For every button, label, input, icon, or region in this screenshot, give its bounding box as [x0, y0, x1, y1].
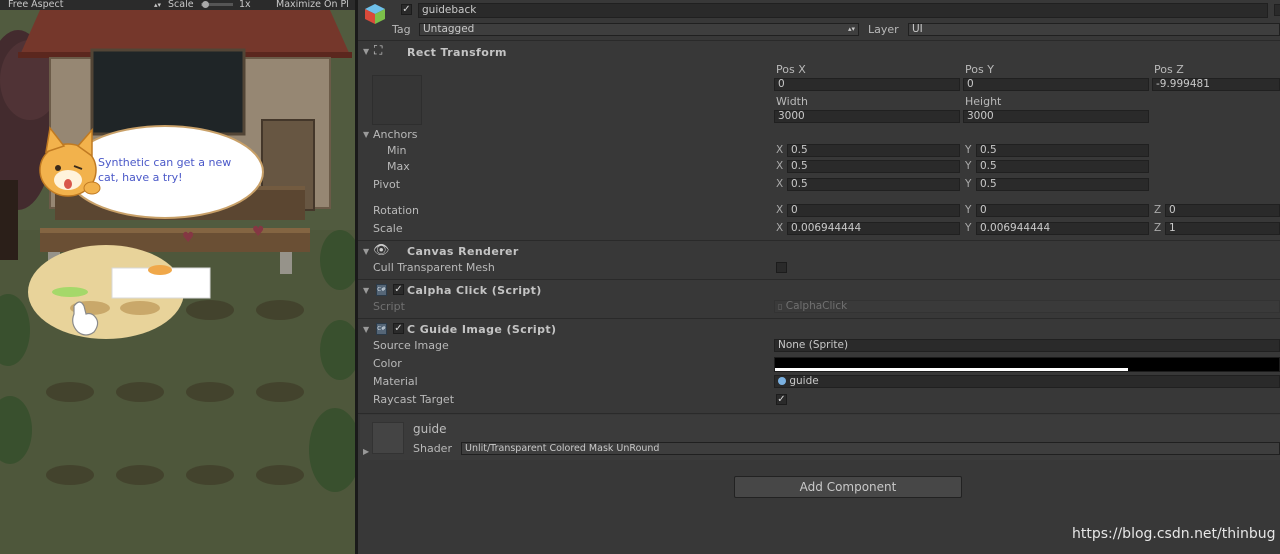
scale-label: Scale — [168, 0, 194, 10]
shader-label: Shader — [413, 442, 452, 455]
aspect-dropdown-arrow-icon: ▴▾ — [154, 1, 162, 9]
pivot-x-field[interactable]: 0.5 — [787, 178, 960, 191]
rect-transform-foldout-icon[interactable]: ▼ — [363, 47, 369, 56]
height-label: Height — [965, 95, 1002, 108]
height-field[interactable]: 3000 — [963, 110, 1149, 123]
cull-transparent-mesh-label: Cull Transparent Mesh — [373, 261, 495, 274]
material-name: guide — [413, 422, 447, 436]
rot-x-field[interactable]: 0 — [787, 204, 960, 217]
script-file-icon: ▯ — [778, 302, 783, 311]
pivot-label: Pivot — [373, 178, 401, 191]
min-y-field[interactable]: 0.5 — [976, 144, 1149, 157]
anchor-presets-button[interactable] — [372, 75, 422, 125]
bubble-text: Synthetic can get a new cat, have a try! — [98, 156, 232, 184]
guide-image-foldout-icon[interactable]: ▼ — [363, 325, 369, 334]
guide-image-enabled-checkbox[interactable]: ✓ — [393, 323, 404, 334]
static-checkbox[interactable] — [1274, 4, 1280, 16]
maximize-on-play-button[interactable]: Maximize On Pl — [276, 0, 349, 10]
material-label: Material — [373, 375, 418, 388]
pos-z-label: Pos Z — [1154, 63, 1184, 76]
scale-z-axis: Z — [1154, 222, 1162, 234]
layer-dropdown[interactable]: UI — [908, 23, 1280, 36]
watermark-text: https://blog.csdn.net/thinbug — [1072, 526, 1276, 542]
canvas-renderer-title: Canvas Renderer — [407, 245, 519, 258]
color-alpha-bar — [775, 368, 1128, 371]
add-component-button[interactable]: Add Component — [734, 476, 962, 498]
width-field[interactable]: 3000 — [774, 110, 960, 123]
tag-dropdown[interactable]: Untagged ▴▾ — [419, 23, 859, 36]
rect-transform-icon: ⛶ — [374, 43, 383, 57]
aspect-dropdown[interactable]: Free Aspect — [8, 0, 63, 10]
script-label: Script — [373, 300, 405, 313]
calpha-click-foldout-icon[interactable]: ▼ — [363, 286, 369, 295]
inspector-panel: ✓ guideback Tag Untagged ▴▾ Layer UI ▼ ⛶… — [358, 0, 1280, 554]
color-label: Color — [373, 357, 402, 370]
min-y-axis: Y — [965, 144, 972, 156]
min-x-axis: X — [776, 144, 784, 156]
pivot-y-axis: Y — [965, 178, 972, 190]
source-image-label: Source Image — [373, 339, 449, 352]
game-toolbar: Free Aspect ▴▾ Scale 1x Maximize On Pl — [0, 0, 355, 10]
max-x-axis: X — [776, 160, 784, 172]
rect-transform-title: Rect Transform — [407, 46, 507, 59]
width-label: Width — [776, 95, 808, 108]
game-view[interactable]: ♥ ♥ Synthetic can get a new cat, have a … — [0, 0, 355, 554]
pos-y-field[interactable]: 0 — [963, 78, 1149, 91]
material-foldout-icon[interactable]: ▶ — [363, 447, 369, 456]
scale-y-field[interactable]: 0.006944444 — [976, 222, 1149, 235]
scale-x-axis: X — [776, 222, 784, 234]
scale-label: Scale — [373, 222, 403, 235]
script-icon: C# — [376, 284, 387, 296]
active-checkbox[interactable]: ✓ — [401, 4, 412, 15]
max-label: Max — [387, 160, 410, 173]
script-icon: C# — [376, 323, 387, 335]
shader-dropdown[interactable]: Unlit/Transparent Colored Mask UnRound — [461, 442, 1280, 455]
gameobject-cube-icon — [364, 3, 386, 28]
rotation-label: Rotation — [373, 204, 420, 217]
anchors-foldout-icon[interactable]: ▼ — [363, 130, 369, 139]
scale-y-axis: Y — [965, 222, 972, 234]
max-x-field[interactable]: 0.5 — [787, 160, 960, 173]
scale-slider-thumb[interactable] — [202, 1, 209, 8]
calpha-click-enabled-checkbox[interactable]: ✓ — [393, 284, 404, 295]
material-field[interactable]: guide — [774, 375, 1280, 388]
source-image-field[interactable]: None (Sprite) — [774, 339, 1280, 352]
guide-image-title: C Guide Image (Script) — [407, 323, 557, 336]
scale-x-field[interactable]: 0.006944444 — [787, 222, 960, 235]
canvas-renderer-foldout-icon[interactable]: ▼ — [363, 247, 369, 256]
rot-y-field[interactable]: 0 — [976, 204, 1149, 217]
game-scene: ♥ ♥ — [0, 0, 355, 554]
pos-y-label: Pos Y — [965, 63, 994, 76]
tag-dropdown-arrow-icon: ▴▾ — [847, 25, 855, 33]
cull-transparent-mesh-checkbox[interactable] — [776, 262, 787, 273]
min-label: Min — [387, 144, 407, 157]
max-y-field[interactable]: 0.5 — [976, 160, 1149, 173]
material-preview — [372, 422, 404, 454]
rot-z-axis: Z — [1154, 204, 1162, 216]
object-name-field[interactable]: guideback — [418, 3, 1268, 18]
material-sphere-icon — [778, 377, 786, 385]
min-x-field[interactable]: 0.5 — [787, 144, 960, 157]
pos-x-field[interactable]: 0 — [774, 78, 960, 91]
rot-y-axis: Y — [965, 204, 972, 216]
scale-z-field[interactable]: 1 — [1165, 222, 1280, 235]
rot-z-field[interactable]: 0 — [1165, 204, 1280, 217]
pivot-y-field[interactable]: 0.5 — [976, 178, 1149, 191]
anchors-label: Anchors — [373, 128, 418, 141]
pos-z-field[interactable]: -9.999481 — [1152, 78, 1280, 91]
max-y-axis: Y — [965, 160, 972, 172]
script-field: ▯ CalphaClick — [774, 300, 1280, 313]
calpha-click-title: Calpha Click (Script) — [407, 284, 542, 297]
rot-x-axis: X — [776, 204, 784, 216]
eye-icon: 👁 — [373, 243, 390, 258]
raycast-target-checkbox[interactable]: ✓ — [776, 394, 787, 405]
layer-label: Layer — [868, 23, 899, 36]
scale-value: 1x — [239, 0, 251, 10]
tag-label: Tag — [392, 23, 411, 36]
color-swatch[interactable] — [774, 357, 1280, 372]
pivot-x-axis: X — [776, 178, 784, 190]
pos-x-label: Pos X — [776, 63, 806, 76]
raycast-target-label: Raycast Target — [373, 393, 455, 406]
